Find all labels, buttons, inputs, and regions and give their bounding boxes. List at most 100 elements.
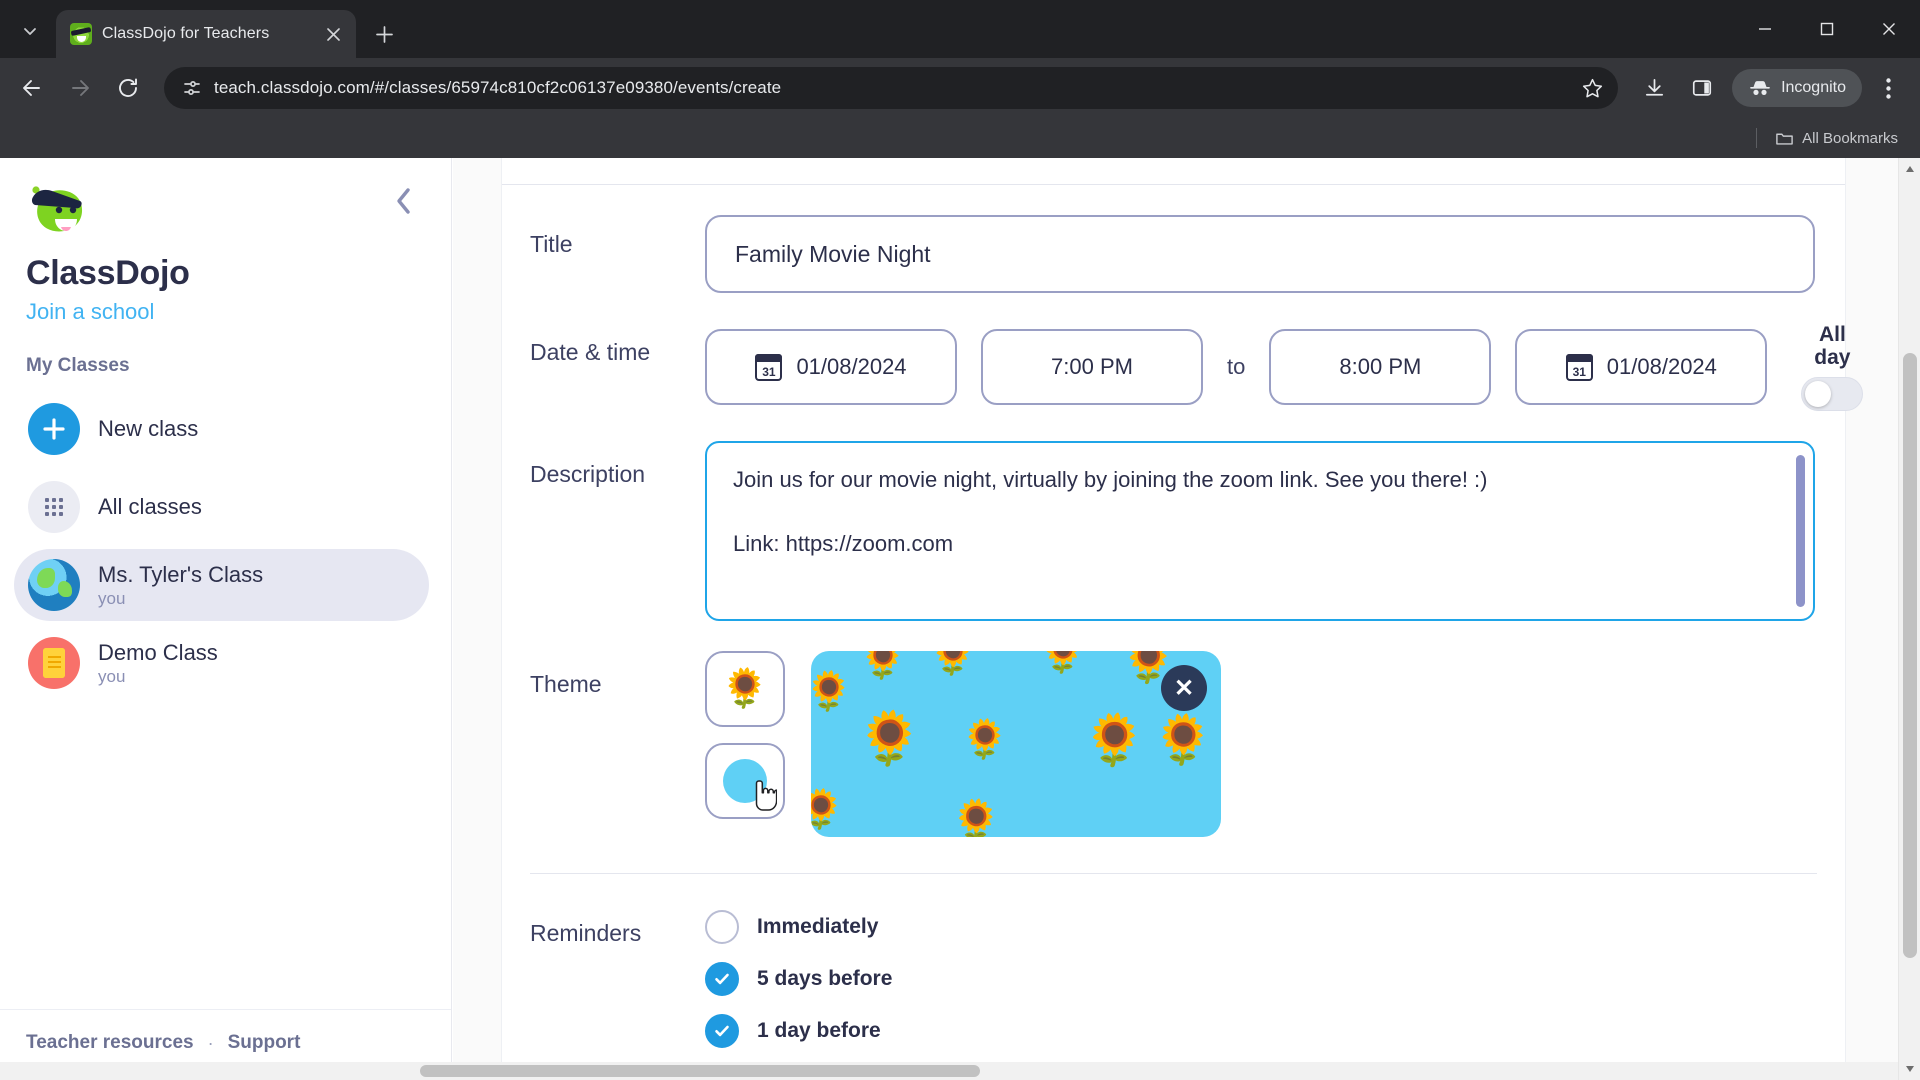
sidebar-header: ClassDojo Join a school My Classes: [0, 158, 451, 377]
start-date-value: 01/08/2024: [796, 354, 907, 380]
app-sidebar: ClassDojo Join a school My Classes New c…: [0, 158, 452, 1080]
start-time-value: 7:00 PM: [1051, 354, 1133, 380]
datetime-row: Date & time 31 01/08/2024 7:00 PM to 8:0…: [502, 323, 1864, 412]
window-minimize-button[interactable]: [1734, 0, 1796, 58]
window-close-button[interactable]: [1858, 0, 1920, 58]
description-label: Description: [530, 461, 646, 488]
incognito-indicator[interactable]: Incognito: [1732, 69, 1862, 107]
plus-icon: [28, 403, 80, 455]
calendar-icon: 31: [1565, 353, 1593, 381]
description-textarea[interactable]: Join us for our movie night, virtually b…: [705, 441, 1815, 622]
title-row: Title Family Movie Night: [502, 215, 1845, 293]
sunflower-pattern-icon: 🌻: [961, 719, 1009, 762]
classdojo-mascot-icon: [26, 180, 92, 242]
forward-button-icon[interactable]: [58, 66, 102, 110]
calendar-icon: 31: [755, 353, 783, 381]
all-day-label: All day: [1814, 323, 1850, 369]
description-line-2: Link: https://zoom.com: [733, 530, 954, 556]
tab-search-icon[interactable]: [8, 9, 52, 53]
all-day-toggle[interactable]: [1801, 377, 1864, 412]
sidebar-item-new-class[interactable]: New class: [14, 393, 429, 465]
sunflower-pattern-icon: 🌻: [811, 671, 853, 714]
end-time-input[interactable]: 8:00 PM: [1269, 329, 1492, 406]
class-list: New class All classes Ms. Tyler's Class: [0, 393, 451, 705]
all-bookmarks-button[interactable]: All Bookmarks: [1767, 124, 1906, 153]
tab-strip: ClassDojo for Teachers: [0, 0, 1920, 58]
reminder-label: 5 days before: [757, 967, 893, 991]
datetime-to-label: to: [1227, 354, 1246, 380]
chrome-menu-icon[interactable]: [1866, 66, 1910, 110]
start-date-input[interactable]: 31 01/08/2024: [705, 329, 957, 406]
reminder-option-immediately[interactable]: Immediately: [705, 910, 1815, 945]
sidebar-item-all-classes[interactable]: All classes: [14, 471, 429, 543]
bookmark-star-icon[interactable]: [1575, 77, 1604, 100]
site-settings-icon[interactable]: [182, 78, 202, 98]
folder-icon: [1776, 133, 1793, 145]
all-bookmarks-label: All Bookmarks: [1802, 129, 1898, 147]
browser-toolbar: teach.classdojo.com/#/classes/65974c810c…: [0, 58, 1920, 118]
theme-options: 🌻: [705, 651, 785, 820]
join-school-link[interactable]: Join a school: [26, 299, 425, 325]
horizontal-scroll-thumb[interactable]: [420, 1065, 980, 1077]
scroll-down-arrow-icon[interactable]: [1899, 1058, 1920, 1080]
theme-color-option[interactable]: [705, 743, 785, 820]
sidebar-item-ms-tylers-class[interactable]: Ms. Tyler's Class you: [14, 549, 429, 621]
vertical-scroll-thumb[interactable]: [1903, 353, 1917, 958]
tab-close-icon[interactable]: [320, 21, 346, 47]
new-tab-button[interactable]: [366, 16, 402, 52]
reminder-checkbox[interactable]: [705, 962, 739, 997]
teacher-resources-link[interactable]: Teacher resources: [26, 1032, 194, 1054]
reminder-option-1-day-before[interactable]: 1 day before: [705, 1014, 1815, 1049]
title-input[interactable]: Family Movie Night: [705, 215, 1815, 293]
tab-title: ClassDojo for Teachers: [102, 25, 270, 42]
address-bar[interactable]: teach.classdojo.com/#/classes/65974c810c…: [164, 67, 1619, 109]
theme-emoji-option[interactable]: 🌻: [705, 651, 785, 728]
back-button-icon[interactable]: [10, 66, 54, 110]
theme-row: Theme 🌻 🌻 🌻 🌻 🌻 🌻 🌻 🌻 🌻 🌻 🌻 🌻 ✕: [502, 651, 1845, 838]
description-line-1: Join us for our movie night, virtually b…: [733, 467, 1488, 493]
remove-theme-button[interactable]: ✕: [1161, 665, 1207, 712]
section-divider: [530, 873, 1817, 875]
end-time-value: 8:00 PM: [1339, 354, 1422, 380]
sidebar-item-demo-class[interactable]: Demo Class you: [14, 627, 429, 699]
reminder-checkbox[interactable]: [705, 910, 739, 945]
reminder-label: 1 day before: [757, 1019, 881, 1043]
event-form: Title Family Movie Night Date & time 31 …: [502, 215, 1864, 1049]
bookmarks-bar: All Bookmarks: [0, 118, 1920, 158]
all-day-label-line1: All: [1818, 323, 1846, 346]
reminder-option-5-days-before[interactable]: 5 days before: [705, 962, 1815, 997]
page-vertical-scrollbar[interactable]: [1898, 158, 1920, 1080]
page-horizontal-scrollbar[interactable]: [0, 1062, 1898, 1080]
my-classes-label: My Classes: [26, 355, 130, 376]
main-content: Title Family Movie Night Date & time 31 …: [453, 158, 1920, 1080]
description-scrollbar[interactable]: [1796, 455, 1805, 608]
sidebar-item-label: Ms. Tyler's Class: [98, 561, 264, 587]
reminders-label: Reminders: [530, 920, 642, 947]
sidebar-item-sublabel: you: [98, 666, 126, 686]
toggle-knob: [1805, 381, 1832, 408]
end-date-input[interactable]: 31 01/08/2024: [1515, 329, 1768, 406]
downloads-icon[interactable]: [1632, 66, 1676, 110]
bookmarks-separator: [1756, 128, 1758, 148]
scroll-up-arrow-icon[interactable]: [1899, 158, 1920, 180]
reminders-row: Reminders Immediately 5 days before 1 da…: [502, 904, 1845, 1049]
incognito-label: Incognito: [1781, 79, 1846, 96]
reload-button-icon[interactable]: [106, 66, 150, 110]
window-maximize-button[interactable]: [1796, 0, 1858, 58]
support-link[interactable]: Support: [228, 1032, 301, 1054]
reminder-options: Immediately 5 days before 1 day before: [705, 904, 1815, 1049]
sunflower-icon: 🌻: [721, 668, 769, 711]
card-top-divider: [502, 158, 1845, 185]
reminder-checkbox[interactable]: [705, 1014, 739, 1049]
start-time-input[interactable]: 7:00 PM: [981, 329, 1203, 406]
all-day-control: All day: [1801, 323, 1864, 412]
sidebar-item-label: All classes: [98, 494, 202, 519]
sidebar-item-label: Demo Class: [98, 639, 218, 665]
sidebar-collapse-icon[interactable]: [383, 180, 425, 227]
end-date-value: 01/08/2024: [1606, 354, 1717, 380]
browser-tab[interactable]: ClassDojo for Teachers: [56, 10, 356, 58]
theme-preview[interactable]: 🌻 🌻 🌻 🌻 🌻 🌻 🌻 🌻 🌻 🌻 🌻 ✕: [811, 651, 1221, 838]
description-row: Description Join us for our movie night,…: [502, 441, 1845, 622]
sidebar-item-label: New class: [98, 416, 199, 441]
side-panel-icon[interactable]: [1680, 66, 1724, 110]
